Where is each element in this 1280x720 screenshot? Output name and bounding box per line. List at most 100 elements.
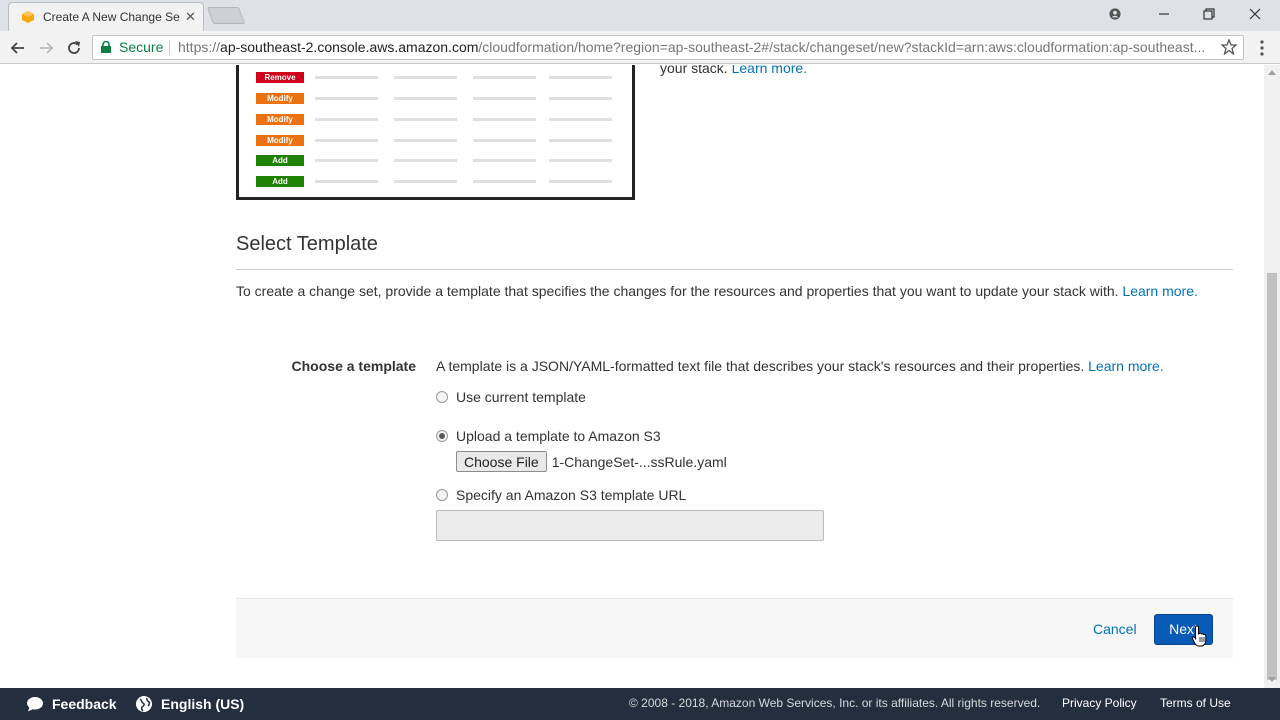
placeholder-line [473,96,536,100]
placeholder-line [315,75,378,79]
forward-arrow-icon[interactable] [36,38,56,58]
feedback-label: Feedback [52,696,117,712]
intro-text: your stack. Learn more. [660,65,807,76]
browser-menu-icon[interactable] [1256,39,1268,57]
template-description-text: A template is a JSON/YAML-formatted text… [436,358,1085,374]
tab-close-icon[interactable]: ✕ [185,9,196,25]
address-bar[interactable]: Secure https://ap-southeast-2.console.aw… [92,35,1244,60]
choose-file-button[interactable]: Choose File [456,451,547,472]
radio-label: Specify an Amazon S3 template URL [456,487,687,503]
illustration-row: Remove [256,70,612,84]
illustration-row: Modify [256,133,612,147]
illustration-row: Add [256,174,612,188]
modify-badge: Modify [256,113,304,125]
page-content: Remove Modify Modify Modify Add Add your… [0,65,1264,688]
browser-tab-bar: Create A New Change Se ✕ [0,0,1280,31]
placeholder-line [315,96,378,100]
page-scrollbar[interactable] [1264,65,1280,688]
console-footer: Feedback English (US) © 2008 - 2018, Ama… [0,688,1280,720]
s3-template-url-input[interactable] [436,510,824,541]
placeholder-line [549,158,612,162]
remove-badge: Remove [256,71,304,83]
radio-specify-s3-url[interactable]: Specify an Amazon S3 template URL [436,487,686,503]
action-bar: Cancel Next [236,598,1233,658]
placeholder-line [549,138,612,142]
feedback-button[interactable]: Feedback [26,695,117,713]
placeholder-line [394,117,457,121]
aws-favicon-icon [22,11,34,23]
radio-button[interactable] [436,391,448,403]
section-title: Select Template [236,233,378,255]
placeholder-line [394,96,457,100]
modify-badge: Modify [256,134,304,146]
placeholder-line [394,179,457,183]
section-description: To create a change set, provide a templa… [236,283,1198,299]
browser-toolbar: Secure https://ap-southeast-2.console.aw… [0,31,1280,64]
url-host: ap-southeast-2.console.aws.amazon.com [220,39,479,55]
lock-icon [101,41,111,53]
reload-icon[interactable] [64,38,84,58]
browser-tab[interactable]: Create A New Change Se ✕ [8,2,204,31]
omnibox-separator [169,41,170,55]
intro-text-tail: your stack. [660,65,728,76]
scroll-down-arrow-icon[interactable] [1268,677,1276,682]
cancel-button[interactable]: Cancel [1093,621,1137,637]
speech-bubble-icon [27,697,43,712]
section-description-text: To create a change set, provide a templa… [236,283,1119,299]
placeholder-line [549,96,612,100]
placeholder-line [394,158,457,162]
placeholder-line [473,179,536,183]
url-path: /cloudformation/home?region=ap-southeast… [478,39,1206,55]
scroll-up-arrow-icon[interactable] [1268,70,1276,75]
radio-label: Use current template [456,389,586,405]
template-description: A template is a JSON/YAML-formatted text… [436,358,1164,374]
placeholder-line [473,158,536,162]
radio-button-selected[interactable] [436,430,448,442]
close-window-icon[interactable] [1232,0,1278,28]
privacy-policy-link[interactable]: Privacy Policy [1062,696,1137,710]
globe-icon [136,696,152,712]
profile-icon[interactable] [1092,0,1138,28]
add-badge: Add [256,154,304,166]
radio-label: Upload a template to Amazon S3 [456,428,661,444]
selected-file-name: 1-ChangeSet-...ssRule.yaml [551,453,727,470]
placeholder-line [315,117,378,121]
placeholder-line [315,179,378,183]
illustration-row: Modify [256,91,612,105]
radio-button[interactable] [436,489,448,501]
url-text: https://ap-southeast-2.console.aws.amazo… [178,36,1208,59]
illustration-row: Modify [256,112,612,126]
scrollbar-thumb[interactable] [1267,273,1277,680]
placeholder-line [473,138,536,142]
back-arrow-icon[interactable] [8,38,28,58]
placeholder-line [394,138,457,142]
placeholder-line [315,138,378,142]
restore-icon[interactable] [1186,0,1232,28]
choose-template-label: Choose a template [291,358,416,374]
radio-use-current-template[interactable]: Use current template [436,389,586,405]
placeholder-line [473,117,536,121]
language-selector[interactable]: English (US) [135,695,244,713]
intro-learn-more-link[interactable]: Learn more. [732,65,807,76]
minimize-icon[interactable] [1141,0,1187,28]
terms-of-use-link[interactable]: Terms of Use [1160,696,1231,710]
url-prefix: https:// [178,39,221,55]
illustration-row: Add [256,153,612,167]
bookmark-star-icon[interactable] [1221,39,1237,55]
placeholder-line [315,158,378,162]
radio-upload-template[interactable]: Upload a template to Amazon S3 [436,428,661,444]
template-learn-more-link[interactable]: Learn more. [1088,358,1163,374]
tab-title: Create A New Change Se [43,10,180,24]
add-badge: Add [256,175,304,187]
file-upload-row: Choose File 1-ChangeSet-...ssRule.yaml [456,451,727,472]
placeholder-line [473,75,536,79]
placeholder-line [549,179,612,183]
placeholder-line [549,75,612,79]
placeholder-line [549,117,612,121]
modify-badge: Modify [256,92,304,104]
new-tab-button[interactable] [206,7,246,24]
section-learn-more-link[interactable]: Learn more. [1122,283,1197,299]
change-set-illustration: Remove Modify Modify Modify Add Add [236,65,635,200]
hand-cursor-icon [1192,625,1207,647]
copyright-text: © 2008 - 2018, Amazon Web Services, Inc.… [629,696,1041,710]
